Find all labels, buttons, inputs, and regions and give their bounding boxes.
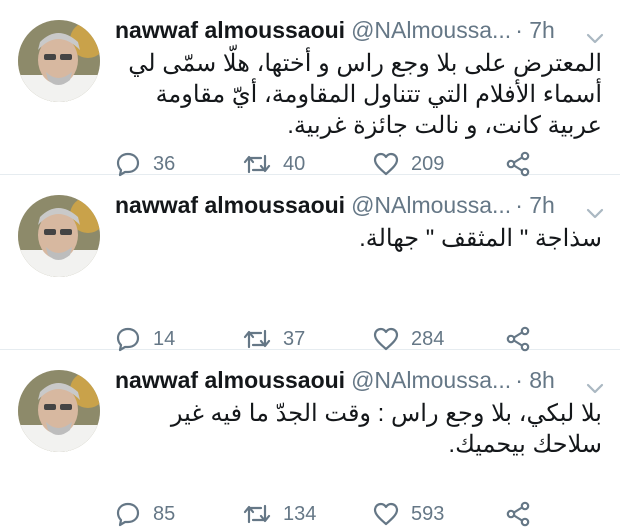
author-handle[interactable]: @NAlmoussa... — [351, 17, 511, 43]
reply-icon — [116, 502, 140, 527]
reply-button[interactable]: 85 — [115, 500, 175, 528]
reply-count: 14 — [153, 327, 176, 350]
like-button[interactable]: 284 — [373, 325, 444, 353]
retweet-icon — [243, 154, 271, 174]
retweet-count: 37 — [283, 327, 306, 350]
author-name[interactable]: nawwaf almoussaoui — [115, 17, 345, 43]
retweet-button[interactable]: 37 — [243, 325, 305, 353]
tweet-actions: 85 134 593 — [115, 500, 575, 528]
like-count: 209 — [411, 152, 445, 175]
tweet-time[interactable]: · 7h — [515, 192, 555, 218]
avatar[interactable] — [18, 20, 100, 102]
reply-button[interactable]: 14 — [115, 325, 175, 353]
tweet[interactable]: nawwaf almoussaoui @NAlmoussa... · 7h المع… — [0, 0, 620, 178]
tweet[interactable]: nawwaf almoussaoui @NAlmoussa... · 8h بلا … — [0, 350, 620, 527]
chevron-down-icon[interactable] — [586, 197, 604, 219]
tweet-time[interactable]: · 7h — [515, 17, 555, 43]
like-button[interactable]: 209 — [373, 150, 444, 178]
chevron-down-icon[interactable] — [586, 372, 604, 394]
retweet-button[interactable]: 40 — [243, 150, 305, 178]
chevron-down-icon[interactable] — [586, 22, 604, 44]
tweet-text: بلا لبكي، بلا وجع راس : وقت الجدّ ما فيه… — [170, 400, 602, 458]
tweet-actions: 36 40 209 — [115, 150, 575, 178]
like-icon — [373, 152, 399, 176]
retweet-button[interactable]: 134 — [243, 500, 316, 528]
share-button[interactable] — [505, 325, 543, 353]
timeline: nawwaf almoussaoui @NAlmoussa... · 7h المع… — [0, 0, 620, 527]
tweet-header: nawwaf almoussaoui @NAlmoussa... · 7h — [115, 14, 604, 46]
tweet-text: سذاجة " المثقف " جهالة. — [359, 225, 602, 252]
like-count: 284 — [411, 327, 445, 350]
author-name[interactable]: nawwaf almoussaoui — [115, 192, 345, 218]
tweet-time[interactable]: · 8h — [515, 367, 555, 393]
tweet[interactable]: nawwaf almoussaoui @NAlmoussa... · 7h سذاج… — [0, 175, 620, 353]
share-button[interactable] — [505, 150, 543, 178]
reply-icon — [116, 152, 140, 177]
avatar[interactable] — [18, 370, 100, 452]
share-icon — [506, 151, 530, 177]
reply-count: 85 — [153, 502, 176, 525]
retweet-icon — [243, 329, 271, 349]
like-icon — [373, 502, 399, 526]
share-icon — [506, 501, 530, 527]
retweet-count: 134 — [283, 502, 317, 525]
avatar[interactable] — [18, 195, 100, 277]
share-button[interactable] — [505, 500, 543, 528]
reply-icon — [116, 327, 140, 352]
retweet-icon — [243, 504, 271, 524]
tweet-actions: 14 37 284 — [115, 325, 575, 353]
tweet-header: nawwaf almoussaoui @NAlmoussa... · 7h — [115, 189, 604, 221]
like-icon — [373, 327, 399, 351]
tweet-header: nawwaf almoussaoui @NAlmoussa... · 8h — [115, 364, 604, 396]
tweet-text: المعترض على بلا وجع راس و أختها، هلّا سم… — [128, 50, 602, 139]
author-name[interactable]: nawwaf almoussaoui — [115, 367, 345, 393]
like-button[interactable]: 593 — [373, 500, 444, 528]
retweet-count: 40 — [283, 152, 306, 175]
reply-count: 36 — [153, 152, 176, 175]
share-icon — [506, 326, 530, 352]
author-handle[interactable]: @NAlmoussa... — [351, 192, 511, 218]
like-count: 593 — [411, 502, 445, 525]
author-handle[interactable]: @NAlmoussa... — [351, 367, 511, 393]
reply-button[interactable]: 36 — [115, 150, 175, 178]
